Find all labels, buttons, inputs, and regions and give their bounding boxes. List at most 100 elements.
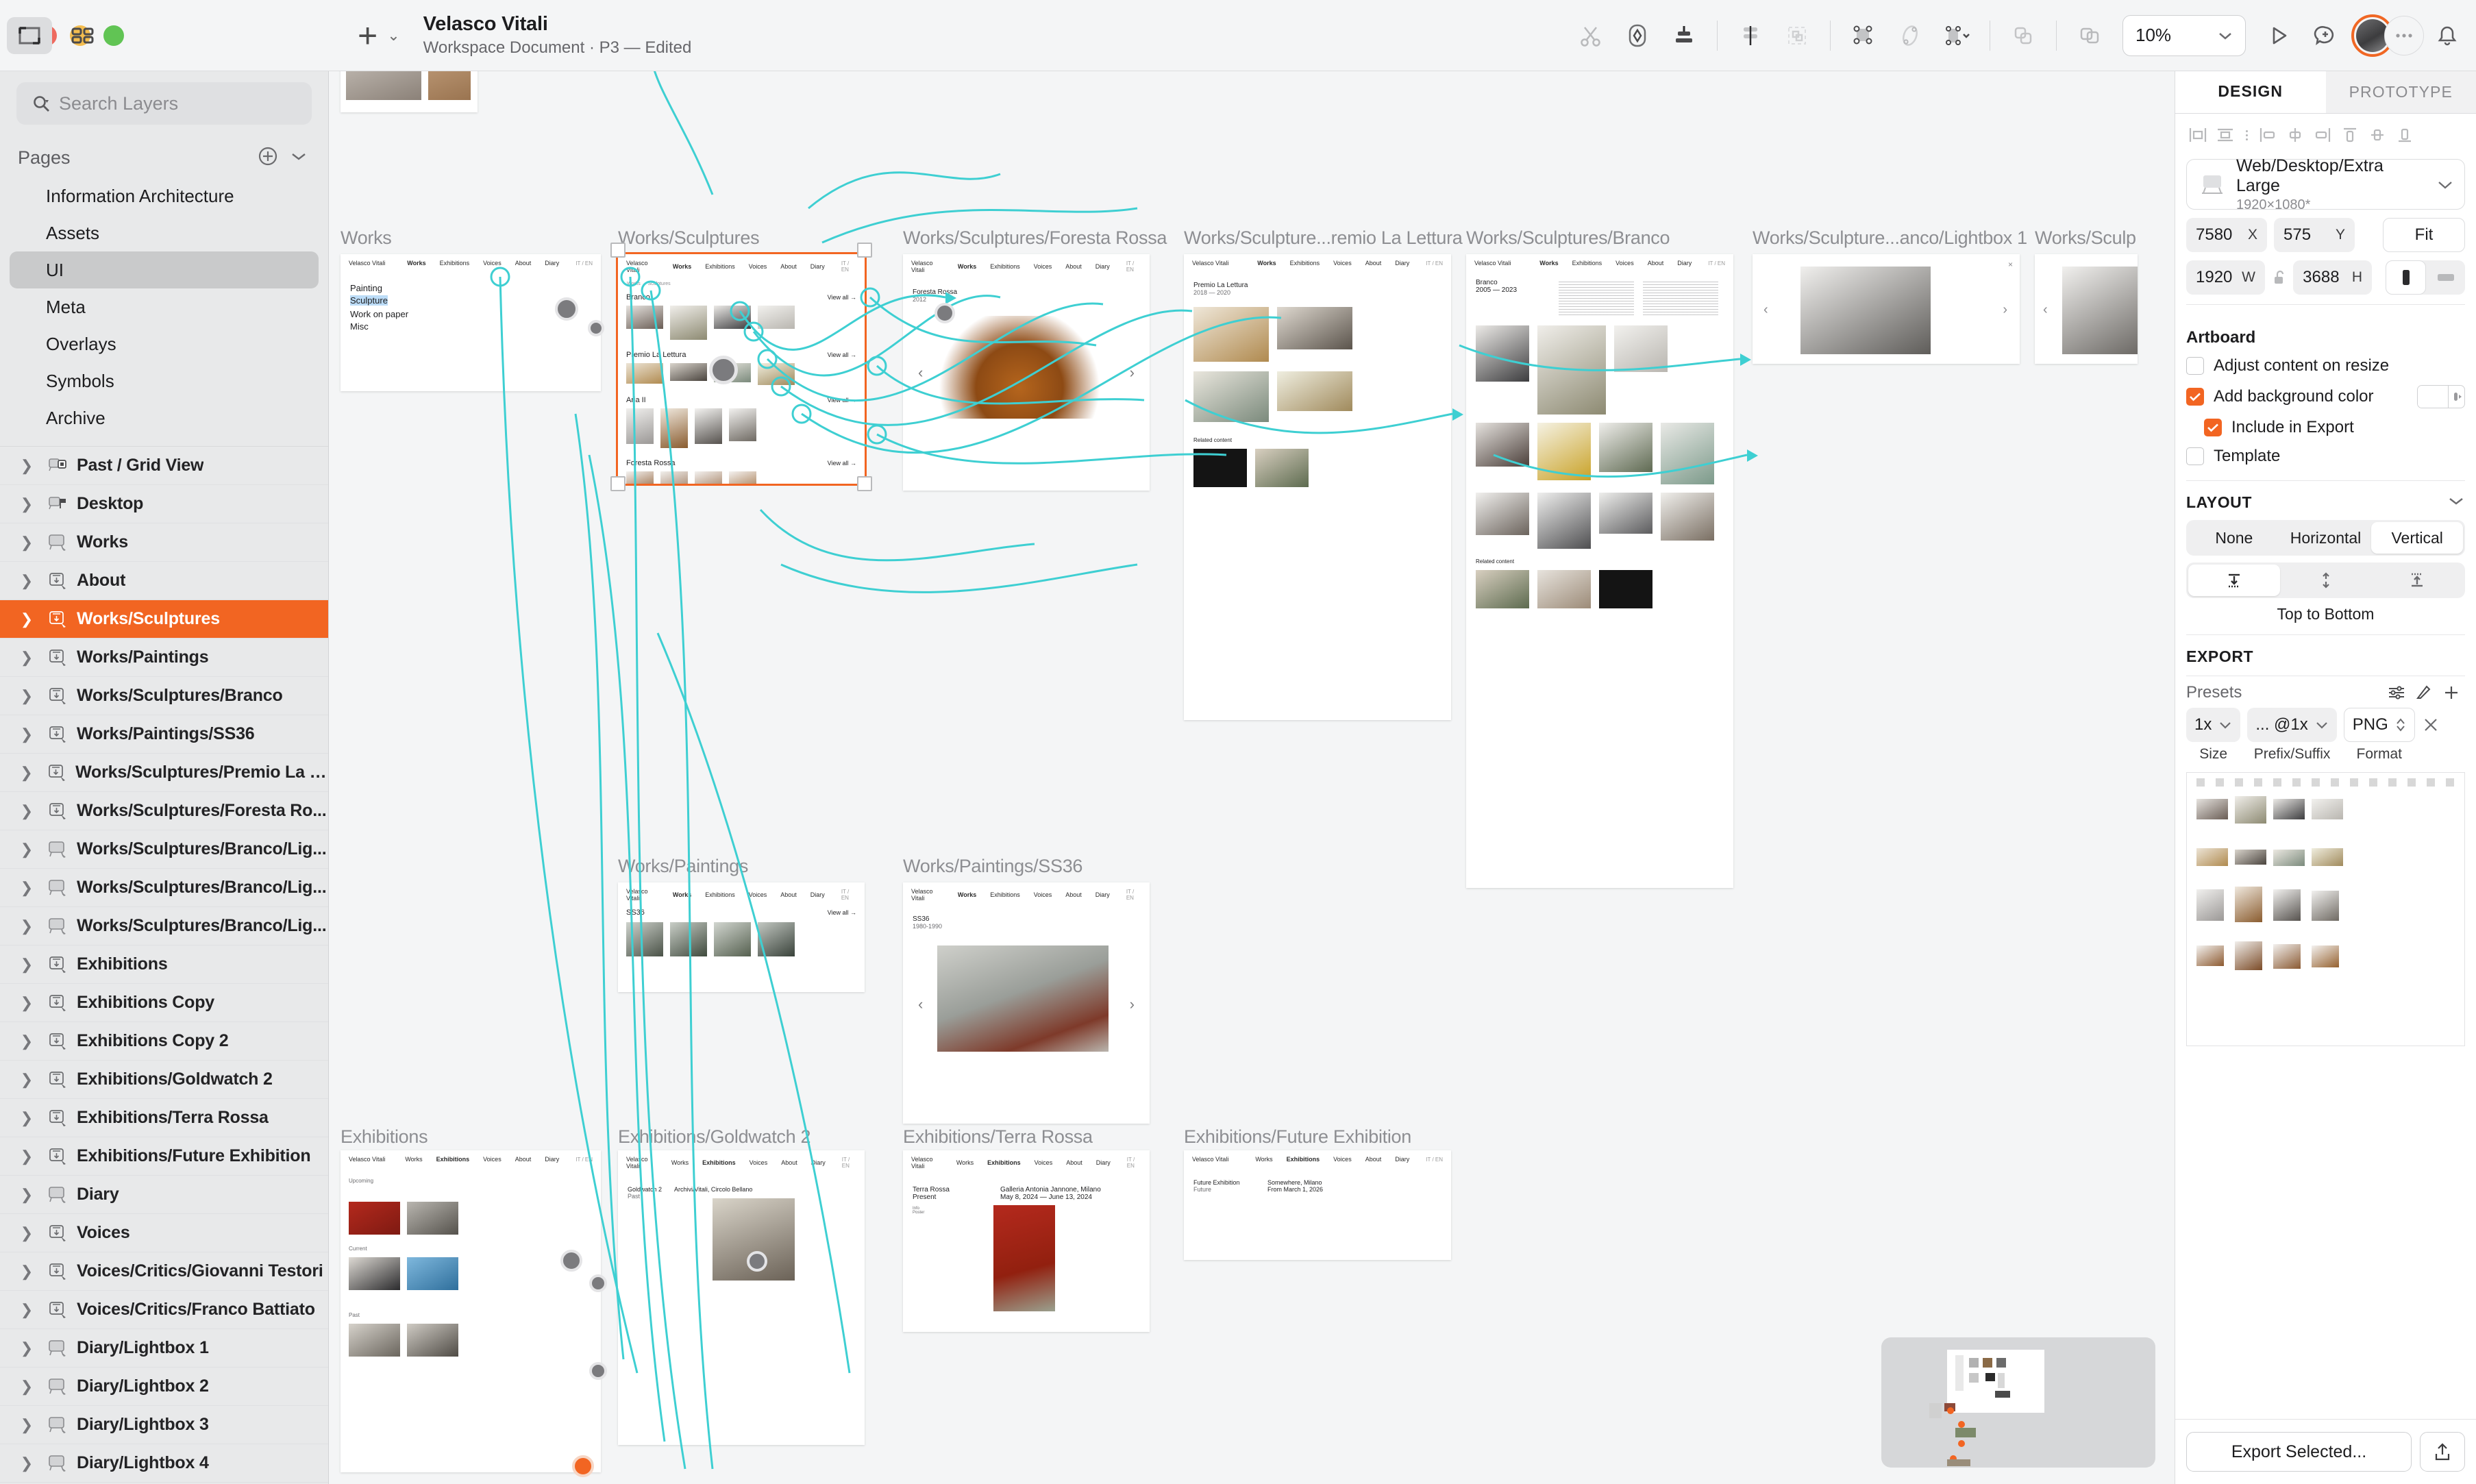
- align-top-button[interactable]: [2338, 123, 2362, 147]
- thumb[interactable]: [670, 363, 707, 381]
- checkbox[interactable]: [2186, 388, 2204, 406]
- resize-handle-bl[interactable]: [610, 476, 626, 491]
- disclosure-chevron-icon[interactable]: ❯: [15, 994, 38, 1012]
- nav-language[interactable]: IT / EN: [842, 1157, 856, 1169]
- distribute-button[interactable]: [1727, 12, 1774, 59]
- disclosure-chevron-icon[interactable]: ❯: [15, 495, 38, 513]
- orientation-landscape-button[interactable]: [2426, 260, 2465, 295]
- artboard-frame[interactable]: [341, 71, 478, 112]
- thumb[interactable]: [1476, 423, 1529, 467]
- option-adjust-content[interactable]: Adjust content on resize: [2175, 351, 2476, 380]
- artboard-exhibitions[interactable]: Velasco Vitali Works Exhibitions Voices …: [341, 1150, 601, 1472]
- vector-tool-button[interactable]: [1614, 12, 1661, 59]
- disclosure-chevron-icon[interactable]: ❯: [15, 572, 38, 590]
- nav-item-exhibitions[interactable]: Exhibitions: [987, 1159, 1021, 1166]
- disclosure-chevron-icon[interactable]: ❯: [15, 764, 38, 782]
- canvas[interactable]: Works Velasco Vitali Works Exhibitions V…: [329, 71, 2175, 1484]
- distribute-left-button[interactable]: [2256, 123, 2279, 147]
- disclosure-chevron-icon[interactable]: ❯: [15, 1455, 38, 1472]
- prototype-hotspot-active[interactable]: [572, 1455, 594, 1477]
- distribute-right-button[interactable]: [2311, 123, 2334, 147]
- disclosure-chevron-icon[interactable]: ❯: [15, 457, 38, 475]
- page-item-ui[interactable]: UI: [10, 251, 319, 288]
- disclosure-chevron-icon[interactable]: ❯: [15, 1301, 38, 1319]
- artboard-terra-rossa[interactable]: Exhibitions/Terra Rossa Velasco Vitali W…: [903, 1126, 1150, 1332]
- remove-export-button[interactable]: [2422, 708, 2440, 737]
- nav-item-exhibitions[interactable]: Exhibitions: [705, 263, 735, 270]
- add-export-preset-button[interactable]: [2438, 684, 2465, 702]
- nav-item-voices[interactable]: Voices: [1035, 1159, 1053, 1166]
- related-thumb[interactable]: [1476, 570, 1529, 608]
- nav-language[interactable]: IT / EN: [575, 1157, 593, 1163]
- thumb[interactable]: [1476, 493, 1529, 535]
- layer-row[interactable]: ❯ Exhibitions/Terra Rossa: [0, 1099, 328, 1137]
- nav-item-works[interactable]: Works: [958, 263, 976, 270]
- thumb[interactable]: [1599, 493, 1652, 534]
- layout-mode-none[interactable]: None: [2188, 522, 2280, 554]
- related-thumb[interactable]: [1193, 449, 1247, 487]
- layer-row[interactable]: ❯ Works/Sculptures/Premio La L...: [0, 754, 328, 792]
- artboard-frame-goldwatch[interactable]: Velasco Vitali Works Exhibitions Voices …: [618, 1150, 865, 1445]
- view-all-link[interactable]: View all →: [828, 460, 856, 467]
- nav-language[interactable]: IT / EN: [575, 260, 593, 267]
- artboard-preset-selector[interactable]: Web/Desktop/Extra Large 1920×1080*: [2186, 156, 2465, 212]
- mask-button[interactable]: [1933, 12, 1980, 59]
- layer-row[interactable]: ❯ Voices/Critics/Franco Battiato: [0, 1291, 328, 1329]
- prev-arrow-icon[interactable]: ‹: [918, 995, 923, 1013]
- nav-item-about[interactable]: About: [515, 1156, 532, 1163]
- option-include-export[interactable]: Include in Export: [2175, 413, 2476, 442]
- prototype-hotspot[interactable]: [589, 1274, 607, 1292]
- nav-item-exhibitions[interactable]: Exhibitions: [702, 1159, 736, 1166]
- disclosure-chevron-icon[interactable]: ❯: [15, 610, 38, 628]
- disclosure-chevron-icon[interactable]: ❯: [15, 841, 38, 858]
- nav-item-works[interactable]: Works: [407, 260, 425, 267]
- nav-item-voices[interactable]: Voices: [749, 263, 767, 270]
- nav-item-about[interactable]: About: [1066, 1159, 1082, 1166]
- layer-row[interactable]: ❯ Voices/Critics/Giovanni Testori: [0, 1252, 328, 1291]
- distribute-center-button[interactable]: [2283, 123, 2307, 147]
- layer-row[interactable]: ❯ Exhibitions Copy: [0, 984, 328, 1022]
- disclosure-chevron-icon[interactable]: ❯: [15, 1109, 38, 1127]
- thumb[interactable]: [670, 922, 707, 956]
- exhibition-thumb[interactable]: [349, 1324, 400, 1357]
- nav-item-about[interactable]: About: [1365, 1156, 1382, 1163]
- layer-row[interactable]: ❯ Works/Sculptures/Branco/Lig...: [0, 869, 328, 907]
- nav-item-voices[interactable]: Voices: [483, 1156, 502, 1163]
- export-settings-button[interactable]: [2383, 684, 2410, 701]
- add-comment-button[interactable]: [2302, 12, 2349, 59]
- swatch-picker-icon[interactable]: [2448, 386, 2464, 408]
- disclosure-chevron-icon[interactable]: ❯: [15, 1224, 38, 1242]
- boolean-button[interactable]: [2000, 12, 2046, 59]
- nav-item-diary[interactable]: Diary: [1395, 1156, 1409, 1163]
- nav-item-exhibitions[interactable]: Exhibitions: [1290, 260, 1320, 267]
- thumb[interactable]: [695, 471, 722, 484]
- prototype-hotspot[interactable]: [589, 1362, 607, 1380]
- page-item-archive[interactable]: Archive: [10, 399, 319, 436]
- artboard-view-button[interactable]: [7, 16, 52, 54]
- zoom-selector[interactable]: 10%: [2122, 14, 2246, 56]
- disclosure-chevron-icon[interactable]: ❯: [15, 687, 38, 705]
- thumb[interactable]: [1537, 423, 1591, 480]
- prototype-hotspot[interactable]: [588, 320, 604, 336]
- layer-row[interactable]: ❯ Works/Paintings/SS36: [0, 715, 328, 754]
- layer-row[interactable]: ❯ Diary/Lightbox 4: [0, 1444, 328, 1483]
- zoom-button[interactable]: [103, 25, 124, 46]
- checkbox[interactable]: [2186, 447, 2204, 465]
- disclosure-chevron-icon[interactable]: ❯: [15, 1148, 38, 1165]
- artboard-frame-ss36[interactable]: Velasco Vitali Works Exhibitions Voices …: [903, 882, 1150, 1124]
- search-layers-field[interactable]: Search Layers: [16, 82, 312, 125]
- collapse-pages-button[interactable]: [290, 151, 308, 165]
- exhibition-thumb[interactable]: [349, 1202, 400, 1235]
- nav-item-about[interactable]: About: [780, 263, 797, 270]
- export-selected-button[interactable]: Export Selected...: [2186, 1432, 2412, 1472]
- exhibition-thumb[interactable]: [349, 1257, 400, 1290]
- nav-item-about[interactable]: About: [1648, 260, 1664, 267]
- nav-item-exhibitions[interactable]: Exhibitions: [1572, 260, 1602, 267]
- thumb[interactable]: [626, 471, 654, 484]
- nav-item-diary[interactable]: Diary: [1096, 1159, 1111, 1166]
- next-arrow-icon[interactable]: ›: [1130, 995, 1135, 1013]
- artboard-lightbox-1[interactable]: Works/Sculpture...anco/Lightbox 1 × ‹ ›: [1753, 227, 2027, 364]
- nav-item-about[interactable]: About: [781, 1159, 797, 1166]
- prototype-hotspot[interactable]: [555, 297, 578, 321]
- artboard-frame-paintings[interactable]: Velasco Vitali Works Exhibitions Voices …: [618, 882, 865, 992]
